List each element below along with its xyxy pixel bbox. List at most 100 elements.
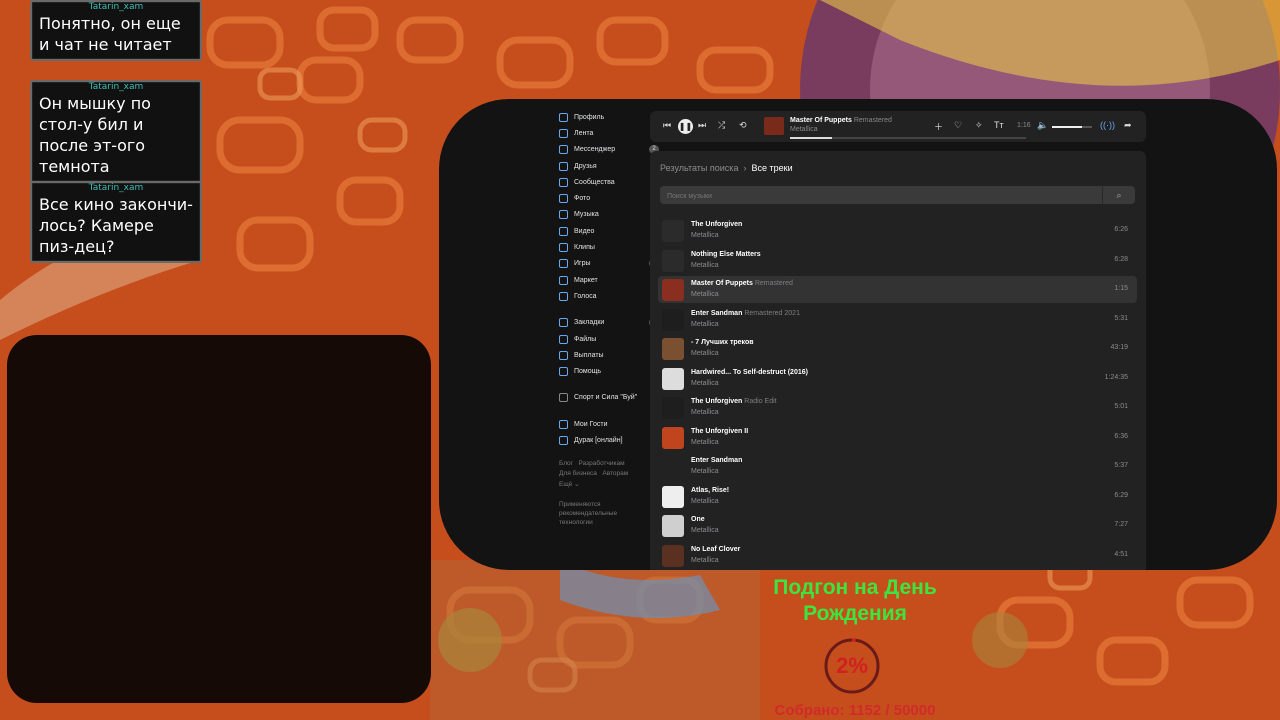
track-title-text: Nothing Else Matters bbox=[691, 250, 761, 258]
chat-message-3: Tatarin_xam Все кино закончи-лось? Камер… bbox=[30, 181, 202, 263]
track-title-text: - 7 Лучших треков bbox=[691, 339, 754, 346]
track-subtitle: Radio Edit bbox=[744, 398, 777, 405]
footer-link[interactable]: Ещё bbox=[559, 481, 572, 488]
dislike-icon[interactable]: ♡ bbox=[954, 120, 962, 131]
track-title: One bbox=[691, 516, 705, 523]
track-artist[interactable]: Metallica bbox=[691, 527, 719, 534]
sidebar-item-friends[interactable]: Друзья bbox=[559, 158, 659, 174]
track-title: No Leaf Clover bbox=[691, 546, 740, 553]
goal-collected: Собрано: 1152 / 50000 bbox=[774, 702, 936, 719]
music-icon bbox=[559, 210, 568, 220]
track-row[interactable]: - 7 Лучших треков Metallica 43:19 bbox=[658, 335, 1137, 362]
sidebar-item-group[interactable]: Спорт и Сила "Буй" bbox=[559, 390, 659, 406]
track-duration: 6:28 bbox=[1114, 255, 1128, 263]
sidebar-item-label: Видео bbox=[574, 227, 595, 235]
friends-icon bbox=[559, 161, 568, 171]
recommend-icon[interactable]: ✧ bbox=[975, 120, 983, 131]
volume-slider[interactable] bbox=[1052, 126, 1092, 128]
progress-bar[interactable] bbox=[790, 137, 1026, 139]
volume-fill bbox=[1052, 126, 1082, 128]
track-row[interactable]: Enter Sandman Metallica 5:37 bbox=[658, 453, 1137, 480]
track-artist[interactable]: Metallica bbox=[691, 439, 719, 446]
footer-link[interactable]: Разработчикам bbox=[578, 460, 624, 467]
track-artist[interactable]: Metallica bbox=[691, 291, 719, 298]
music-search-panel: Результаты поиска › Все треки ⌕ The Unfo… bbox=[650, 151, 1146, 570]
footer-link[interactable]: Блог bbox=[559, 460, 573, 467]
track-row[interactable]: Atlas, Rise! Metallica 6:29 bbox=[658, 483, 1137, 510]
sidebar-item-market[interactable]: Маркет bbox=[559, 272, 659, 288]
search-input[interactable] bbox=[660, 186, 1109, 206]
sidebar-item-label: Лента bbox=[574, 129, 594, 137]
add-icon[interactable]: ＋ bbox=[934, 120, 943, 133]
sidebar-item-label: Фото bbox=[574, 195, 591, 203]
breadcrumb-parent[interactable]: Результаты поиска bbox=[660, 163, 738, 173]
photo-icon bbox=[559, 194, 568, 204]
share-icon[interactable]: ➦ bbox=[1124, 120, 1132, 131]
track-row[interactable]: Enter Sandman Remastered 2021 Metallica 5:… bbox=[658, 306, 1137, 333]
goal-title-line1: Подгон на День bbox=[773, 576, 937, 599]
track-artist[interactable]: Metallica bbox=[691, 321, 719, 328]
webcam-overlay bbox=[7, 335, 431, 703]
progress-fill bbox=[790, 137, 833, 139]
track-artist[interactable]: Metallica bbox=[691, 498, 719, 505]
track-row[interactable]: Nothing Else Matters Metallica 6:28 bbox=[658, 247, 1137, 274]
track-row[interactable]: Hardwired... To Self-destruct (2016) Meta… bbox=[658, 365, 1137, 392]
sidebar-item-guests[interactable]: Мои Гости bbox=[559, 416, 659, 432]
sidebar-item-clips[interactable]: Клипы bbox=[559, 239, 659, 255]
sidebar-item-bookmarks[interactable]: Закладки3 bbox=[559, 315, 659, 331]
track-row[interactable]: One Metallica 7:27 bbox=[658, 512, 1137, 539]
track-artist[interactable]: Metallica bbox=[691, 557, 719, 564]
volume-icon[interactable]: 🔈 bbox=[1037, 120, 1048, 131]
sidebar-item-music[interactable]: Музыка bbox=[559, 207, 659, 223]
shuffle-icon[interactable]: ⤮ bbox=[718, 120, 725, 131]
track-duration: 5:01 bbox=[1114, 403, 1128, 410]
sidebar-item-help[interactable]: Помощь bbox=[559, 363, 659, 379]
chat-text: Он мышку по стол-у бил и после эт-ого те… bbox=[39, 94, 151, 176]
track-row[interactable]: The Unforgiven Radio Edit Metallica 5:01 bbox=[658, 394, 1137, 421]
sidebar-item-communities[interactable]: Сообщества bbox=[559, 174, 659, 190]
track-artist[interactable]: Metallica bbox=[691, 350, 719, 357]
track-title: The Unforgiven bbox=[691, 221, 742, 228]
track-row[interactable]: The Unforgiven Metallica 6:26 bbox=[658, 217, 1137, 244]
track-title-text: The Unforgiven II bbox=[691, 427, 749, 435]
track-title-text: Atlas, Rise! bbox=[691, 486, 730, 494]
sidebar-item-label: Помощь bbox=[574, 368, 602, 376]
track-artist[interactable]: Metallica bbox=[691, 468, 719, 475]
player-cover bbox=[764, 117, 784, 135]
track-artist[interactable]: Metallica bbox=[691, 380, 719, 387]
footer-link[interactable]: Авторам bbox=[602, 470, 628, 477]
sidebar-item-photo[interactable]: Фото bbox=[559, 190, 659, 206]
track-duration: 5:37 bbox=[1114, 462, 1128, 469]
track-duration: 5:31 bbox=[1114, 314, 1128, 322]
lyrics-icon[interactable]: Tт bbox=[994, 120, 1004, 130]
footer-link[interactable]: Для бизнеса bbox=[559, 470, 597, 477]
repeat-icon[interactable]: ⟲ bbox=[739, 120, 747, 131]
sidebar-item-votes[interactable]: Голоса bbox=[559, 288, 659, 304]
track-row[interactable]: Master Of Puppets Remastered Metallica 1:1… bbox=[658, 276, 1137, 303]
track-artist[interactable]: Metallica bbox=[691, 232, 719, 239]
search-icon[interactable]: ⌕ bbox=[1102, 186, 1135, 204]
video-icon bbox=[559, 226, 568, 236]
sidebar-item-cards[interactable]: Дурак [онлайн] bbox=[559, 432, 659, 448]
track-artist[interactable]: Metallica bbox=[691, 262, 719, 269]
sidebar-item-feed[interactable]: Лента bbox=[559, 125, 659, 141]
sidebar-item-label: Друзья bbox=[574, 162, 597, 170]
sidebar-item-video[interactable]: Видео bbox=[559, 223, 659, 239]
sidebar-item-games[interactable]: Игры2 bbox=[559, 256, 659, 272]
track-row[interactable]: The Unforgiven II Metallica 6:36 bbox=[658, 424, 1137, 451]
sidebar-item-profile[interactable]: Профиль bbox=[559, 109, 659, 125]
prev-icon[interactable]: ⏮ bbox=[663, 120, 671, 131]
search-box: ⌕ bbox=[660, 186, 1135, 206]
pause-button[interactable]: ❚❚ bbox=[678, 119, 693, 134]
next-icon[interactable]: ⏭ bbox=[698, 120, 706, 131]
sidebar-item-files[interactable]: Файлы bbox=[559, 331, 659, 347]
feed-icon bbox=[559, 128, 568, 138]
sidebar-item-label: Дурак [онлайн] bbox=[574, 436, 623, 444]
broadcast-icon[interactable]: ((·)) bbox=[1100, 120, 1115, 130]
sidebar-item-payments[interactable]: Выплаты bbox=[559, 347, 659, 363]
track-artist[interactable]: Metallica bbox=[691, 409, 719, 416]
votes-icon bbox=[559, 291, 568, 301]
player-title: Master Of Puppets Remastered bbox=[790, 117, 892, 124]
track-row[interactable]: No Leaf Clover Metallica 4:51 bbox=[658, 542, 1137, 569]
sidebar-item-messenger[interactable]: Мессенджер 2 bbox=[559, 142, 659, 158]
